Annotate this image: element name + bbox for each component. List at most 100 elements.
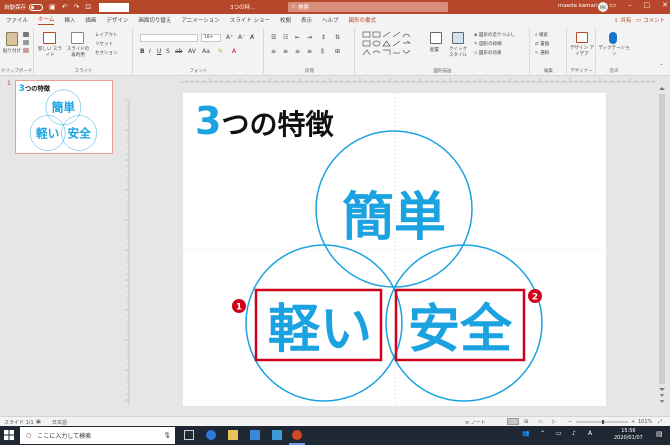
- zoom-in-icon[interactable]: +: [631, 419, 635, 425]
- slideshow-view-icon[interactable]: ▷: [552, 419, 556, 425]
- powerpoint-icon[interactable]: [292, 430, 302, 440]
- chevron-up-icon[interactable]: ⌃: [540, 430, 545, 437]
- tab-file[interactable]: ファイル: [6, 16, 28, 24]
- zoom-level[interactable]: 101%: [638, 419, 652, 425]
- vertical-scrollbar[interactable]: [656, 86, 668, 406]
- maximize-icon[interactable]: □: [644, 1, 651, 9]
- clear-format-icon[interactable]: A̸: [250, 34, 254, 41]
- present-icon[interactable]: ⊡: [85, 3, 91, 11]
- tab-slideshow[interactable]: スライド ショー: [230, 16, 270, 24]
- reuse-slide-icon[interactable]: [71, 32, 84, 44]
- edge-icon[interactable]: [206, 430, 216, 440]
- new-slide-icon[interactable]: [43, 32, 56, 44]
- reading-view-icon[interactable]: ▭: [538, 419, 543, 425]
- font-name-field[interactable]: [140, 34, 198, 42]
- tab-shape-format[interactable]: 図形の書式: [349, 16, 377, 24]
- store-icon[interactable]: [250, 430, 260, 440]
- paste-icon[interactable]: [6, 32, 18, 46]
- slide[interactable]: 簡単 軽い 安全 1 2 3つの特徴: [183, 93, 606, 406]
- zoom-out-icon[interactable]: −: [568, 419, 572, 425]
- font-size-field[interactable]: 18+: [201, 34, 221, 42]
- tab-animations[interactable]: アニメーション: [181, 16, 219, 24]
- underline-icon[interactable]: U: [157, 48, 161, 55]
- font-color-icon[interactable]: A: [232, 48, 236, 55]
- change-case-icon[interactable]: Aa: [202, 48, 210, 55]
- task-view-icon[interactable]: [184, 430, 194, 440]
- notifications-icon[interactable]: ▤: [656, 430, 663, 438]
- copy-icon[interactable]: [23, 40, 29, 45]
- columns-icon[interactable]: ⫼: [321, 48, 324, 56]
- ime-icon[interactable]: A: [588, 430, 592, 437]
- dictate-label[interactable]: ディクテーション: [598, 46, 630, 58]
- arrange-label[interactable]: 配置: [430, 47, 439, 53]
- zoom-slider[interactable]: [576, 420, 628, 424]
- fit-to-window-icon[interactable]: ⤢: [658, 419, 662, 425]
- notes-button[interactable]: ≡ ノート: [465, 419, 486, 426]
- tab-home[interactable]: ホーム: [38, 15, 55, 25]
- circle-top-label[interactable]: 簡単: [342, 188, 446, 248]
- collapse-ribbon-icon[interactable]: ˆ: [660, 64, 663, 71]
- shrink-font-icon[interactable]: A⁻: [238, 34, 245, 41]
- layout-button[interactable]: レイアウト: [95, 32, 118, 38]
- taskbar-clock[interactable]: 15:56 2020/01/07: [614, 428, 643, 442]
- tab-review[interactable]: 校閲: [280, 16, 291, 24]
- language-indicator-icon[interactable]: ▣: [36, 419, 41, 425]
- bullets-icon[interactable]: ☰: [271, 34, 276, 41]
- numbering-icon[interactable]: ☷: [283, 34, 288, 41]
- minimize-icon[interactable]: –: [628, 1, 632, 9]
- shapes-gallery[interactable]: [362, 31, 422, 61]
- shape-outline-button[interactable]: ✎ 図形の枠線: [474, 41, 502, 47]
- slide-title[interactable]: 3つの特徴: [195, 99, 333, 143]
- windows-start-icon[interactable]: [4, 430, 14, 440]
- quick-styles-icon[interactable]: [452, 32, 464, 44]
- select-button[interactable]: ↖ 選択: [535, 50, 549, 56]
- tab-design[interactable]: デザイン: [106, 16, 128, 24]
- quick-access-customize-box[interactable]: [99, 2, 130, 12]
- align-center-icon[interactable]: ≡: [283, 48, 288, 55]
- sorter-view-icon[interactable]: ⊞: [524, 419, 528, 425]
- redo-icon[interactable]: ↷: [74, 3, 80, 11]
- microphone-icon[interactable]: 🎙: [163, 432, 171, 439]
- autosave-toggle[interactable]: [29, 3, 44, 11]
- undo-icon[interactable]: ↶: [62, 3, 68, 11]
- text-direction-icon[interactable]: ⇅: [335, 34, 340, 41]
- slide-thumbnail[interactable]: 3 つの特徴 簡単 軽い 安全: [15, 80, 113, 154]
- shape-effects-button[interactable]: ◇ 図形の効果: [474, 50, 501, 56]
- network-icon[interactable]: ▭: [556, 430, 562, 437]
- section-button[interactable]: セクション: [95, 50, 118, 56]
- language[interactable]: 日本語: [52, 419, 67, 426]
- file-explorer-icon[interactable]: [228, 430, 238, 440]
- paste-label[interactable]: 貼り付け: [3, 48, 21, 54]
- shadow-icon[interactable]: S: [166, 48, 170, 55]
- microphone-icon[interactable]: [609, 32, 617, 44]
- close-icon[interactable]: ✕: [662, 1, 668, 9]
- reset-button[interactable]: リセット: [95, 41, 113, 47]
- vertical-ruler[interactable]: [124, 100, 130, 405]
- mail-icon[interactable]: [272, 430, 282, 440]
- reuse-slide-label[interactable]: スライドの 再利用: [65, 47, 91, 59]
- align-right-icon[interactable]: ≡: [295, 48, 300, 55]
- decrease-indent-icon[interactable]: ⇤: [295, 34, 300, 41]
- align-left-icon[interactable]: ≡: [271, 48, 276, 55]
- ribbon-display-icon[interactable]: ▭: [609, 1, 616, 9]
- format-painter-icon[interactable]: [23, 48, 29, 53]
- normal-view-icon[interactable]: [507, 418, 519, 425]
- tab-insert[interactable]: 挿入: [64, 16, 75, 24]
- tab-view[interactable]: 表示: [301, 16, 312, 24]
- save-icon[interactable]: ▣: [49, 3, 56, 11]
- search-box[interactable]: ⌕ 検索: [288, 2, 448, 12]
- circle-right-label[interactable]: 安全: [408, 300, 513, 360]
- design-ideas-icon[interactable]: [576, 32, 588, 43]
- line-spacing-icon[interactable]: ↕: [321, 34, 326, 41]
- share-button[interactable]: ⇪ 共有: [614, 16, 631, 24]
- strikethrough-icon[interactable]: ab: [175, 48, 183, 55]
- design-ideas-label[interactable]: デザイン アイデア: [569, 46, 595, 58]
- smartart-icon[interactable]: ⊞: [335, 48, 340, 55]
- tab-draw[interactable]: 描画: [85, 16, 96, 24]
- volume-icon[interactable]: ♪: [572, 430, 576, 437]
- avatar[interactable]: MK: [598, 2, 608, 12]
- justify-icon[interactable]: ≡: [307, 48, 312, 55]
- new-slide-label[interactable]: 新しい スライド: [37, 47, 63, 59]
- find-button[interactable]: ⌕ 検索: [535, 32, 548, 38]
- bold-icon[interactable]: B: [140, 48, 145, 55]
